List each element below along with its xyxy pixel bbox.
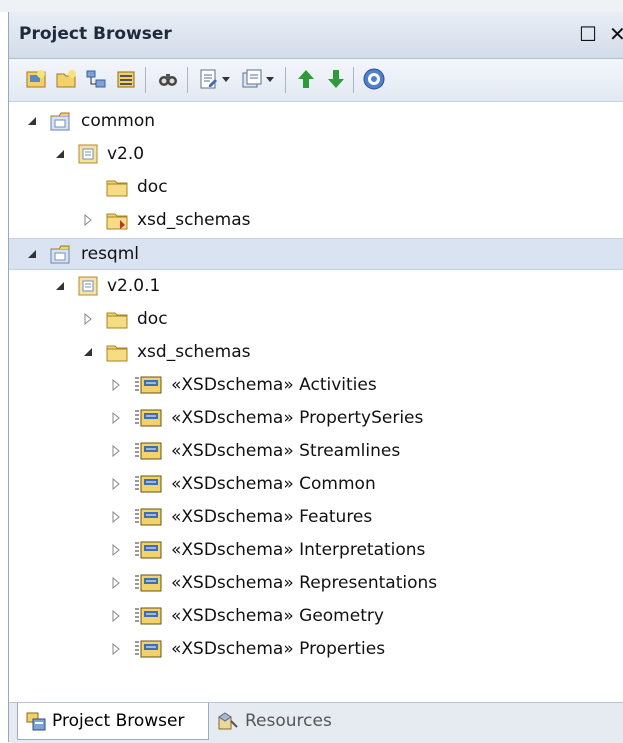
expand-arrow-icon[interactable] [109, 577, 123, 589]
collapse-arrow-icon[interactable] [25, 116, 39, 126]
tree-item[interactable]: «XSDschema» Interpretations [9, 535, 623, 565]
resources-icon [217, 711, 239, 731]
tree-item-label: v2.0 [107, 144, 145, 164]
tree-item[interactable]: «XSDschema» Activities [9, 370, 623, 400]
tree-item-label: common [81, 111, 156, 131]
tree-item-label: xsd_schemas [137, 210, 251, 230]
expand-arrow-icon[interactable] [109, 610, 123, 622]
xsd-schema-icon [133, 374, 163, 396]
collapse-arrow-icon[interactable] [53, 149, 67, 159]
expand-arrow-icon[interactable] [109, 445, 123, 457]
folder-icon [105, 341, 129, 363]
project-browser-icon [26, 711, 46, 731]
folder-icon [105, 209, 129, 231]
tree-item[interactable]: «XSDschema» PropertySeries [9, 403, 623, 433]
panel-title: Project Browser [19, 24, 172, 44]
tree-item[interactable]: «XSDschema» Streamlines [9, 436, 623, 466]
model-icon [49, 243, 73, 265]
xsd-schema-icon [133, 605, 163, 627]
tree-item-label: xsd_schemas [137, 342, 251, 362]
new-element-icon[interactable] [113, 66, 139, 92]
project-browser-window: Project Browser ☐ ✕ common v2.0 doc xsd_… [0, 0, 623, 743]
tree-item-label: «XSDschema» Features [171, 507, 373, 527]
tree-item-label: resqml [81, 244, 140, 264]
tree-item[interactable]: «XSDschema» Common [9, 469, 623, 499]
tree-item[interactable]: xsd_schemas [9, 337, 623, 367]
toolbar [9, 59, 623, 102]
xsd-schema-icon [133, 638, 163, 660]
xsd-schema-icon [133, 506, 163, 528]
xsd-schema-icon [133, 572, 163, 594]
folder-icon [105, 176, 129, 198]
move-down-icon[interactable] [323, 66, 349, 92]
new-package-icon[interactable] [53, 66, 79, 92]
title-bar: Project Browser ☐ ✕ [9, 12, 623, 59]
tree-item-label: «XSDschema» Representations [171, 573, 438, 593]
dropdown-arrow-icon[interactable] [263, 66, 277, 92]
tree-item[interactable]: xsd_schemas [9, 205, 623, 235]
move-up-icon[interactable] [293, 66, 319, 92]
expand-arrow-icon[interactable] [109, 478, 123, 490]
tree-item-label: doc [137, 309, 168, 329]
folder-icon [105, 308, 129, 330]
view-icon [77, 143, 99, 165]
project-tree: common v2.0 doc xsd_schemas resqml v2.0.1 doc x… [9, 102, 623, 677]
tab-project-browser[interactable]: Project Browser [17, 703, 209, 740]
close-button[interactable]: ✕ [609, 22, 623, 46]
dropdown-arrow-icon[interactable] [219, 66, 233, 92]
tree-item[interactable]: doc [9, 172, 623, 202]
toolbar-separator [285, 67, 286, 93]
tree-item-label: «XSDschema» Properties [171, 639, 386, 659]
expand-arrow-icon[interactable] [109, 511, 123, 523]
tree-item[interactable]: resqml [9, 238, 623, 270]
xsd-schema-icon [133, 440, 163, 462]
tree-item[interactable]: «XSDschema» Properties [9, 634, 623, 664]
expand-arrow-icon[interactable] [109, 412, 123, 424]
window-top-edge [0, 0, 623, 12]
expand-arrow-icon[interactable] [109, 544, 123, 556]
tab-resources[interactable]: Resources [211, 703, 351, 739]
collapse-arrow-icon[interactable] [81, 347, 95, 357]
view-icon [77, 275, 99, 297]
expand-arrow-icon[interactable] [109, 379, 123, 391]
panel-tab-bar: Project Browser Resources [9, 702, 623, 743]
tree-item-label: «XSDschema» Activities [171, 375, 377, 395]
new-diagram-icon[interactable] [83, 66, 109, 92]
tree-item[interactable]: «XSDschema» Geometry [9, 601, 623, 631]
maximize-button[interactable]: ☐ [579, 22, 597, 46]
tree-item-label: v2.0.1 [107, 276, 161, 296]
expand-arrow-icon[interactable] [81, 313, 95, 325]
tree-item[interactable]: v2.0 [9, 139, 623, 169]
collapse-arrow-icon[interactable] [53, 281, 67, 291]
xsd-schema-icon [133, 539, 163, 561]
help-icon[interactable] [361, 66, 387, 92]
document-icon[interactable] [195, 66, 221, 92]
tree-item[interactable]: doc [9, 304, 623, 334]
tree-item[interactable]: «XSDschema» Features [9, 502, 623, 532]
project-browser-panel: Project Browser ☐ ✕ common v2.0 doc xsd_… [8, 12, 623, 743]
xsd-schema-icon [133, 473, 163, 495]
tree-item[interactable]: common [9, 106, 623, 136]
toolbar-separator [145, 67, 146, 93]
tree-item[interactable]: «XSDschema» Representations [9, 568, 623, 598]
tree-item-label: «XSDschema» Streamlines [171, 441, 401, 461]
toolbar-separator [353, 67, 354, 93]
new-model-icon[interactable] [23, 66, 49, 92]
find-binoculars-icon[interactable] [155, 66, 181, 92]
tree-item[interactable]: v2.0.1 [9, 271, 623, 301]
tree-item-label: doc [137, 177, 168, 197]
tab-label: Resources [245, 711, 332, 731]
expand-arrow-icon[interactable] [109, 643, 123, 655]
xsd-schema-icon [133, 407, 163, 429]
tree-item-label: «XSDschema» Interpretations [171, 540, 426, 560]
publish-icon[interactable] [239, 66, 265, 92]
collapse-arrow-icon[interactable] [25, 249, 39, 259]
toolbar-separator [187, 67, 188, 93]
tab-label: Project Browser [52, 711, 185, 731]
expand-arrow-icon[interactable] [81, 214, 95, 226]
model-icon [49, 110, 73, 132]
tree-item-label: «XSDschema» Geometry [171, 606, 384, 626]
tree-item-label: «XSDschema» Common [171, 474, 376, 494]
tree-item-label: «XSDschema» PropertySeries [171, 408, 424, 428]
